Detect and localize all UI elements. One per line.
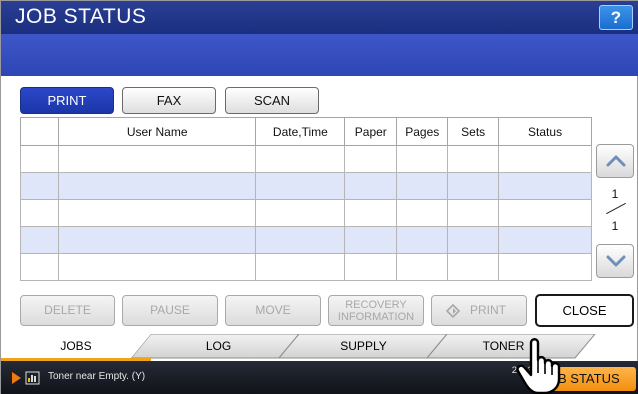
tab-scan[interactable]: SCAN bbox=[225, 87, 319, 114]
job-list-table: User Name Date,Time Paper Pages Sets Sta… bbox=[20, 117, 592, 281]
tab-log[interactable]: LOG bbox=[171, 334, 266, 358]
tab-fax[interactable]: FAX bbox=[122, 87, 216, 114]
table-row[interactable] bbox=[20, 199, 592, 227]
column-header-status: Status bbox=[498, 117, 592, 146]
recovery-information-button[interactable]: RECOVERY INFORMATION bbox=[328, 295, 424, 326]
status-message: Toner near Empty. (Y) bbox=[48, 371, 146, 382]
pointer-hand-icon bbox=[516, 338, 561, 394]
pause-button[interactable]: PAUSE bbox=[122, 295, 218, 326]
close-button[interactable]: CLOSE bbox=[535, 294, 634, 327]
tab-print[interactable]: PRINT bbox=[20, 87, 114, 114]
table-row[interactable] bbox=[20, 226, 592, 254]
page-total: 1 bbox=[611, 219, 619, 233]
message-strip bbox=[1, 34, 638, 76]
print-button[interactable]: PRINT bbox=[431, 295, 527, 326]
help-button[interactable]: ? bbox=[599, 5, 633, 30]
scroll-down-button[interactable] bbox=[596, 244, 634, 278]
page-title: JOB STATUS bbox=[15, 5, 147, 28]
column-header-paper: Paper bbox=[344, 117, 398, 146]
column-header-sets: Sets bbox=[447, 117, 500, 146]
tab-supply[interactable]: SUPPLY bbox=[316, 334, 411, 358]
job-status-screen: JOB STATUS ? PRINT FAX SCAN User Name Da… bbox=[0, 0, 638, 394]
table-header-row: User Name Date,Time Paper Pages Sets Sta… bbox=[20, 117, 592, 146]
table-row[interactable] bbox=[20, 172, 592, 200]
column-header-user-name: User Name bbox=[57, 117, 257, 146]
page-separator bbox=[606, 202, 626, 215]
page-current: 1 bbox=[611, 187, 619, 201]
print-button-label: PRINT bbox=[470, 303, 506, 317]
column-header-date-time: Date,Time bbox=[255, 117, 346, 146]
table-row[interactable] bbox=[20, 145, 592, 173]
recovery-label-line2: INFORMATION bbox=[337, 311, 415, 323]
column-header-pages: Pages bbox=[396, 117, 449, 146]
recovery-label-line1: RECOVERY bbox=[345, 299, 407, 311]
move-button[interactable]: MOVE bbox=[225, 295, 321, 326]
scroll-up-icon bbox=[606, 155, 626, 167]
delete-button[interactable]: DELETE bbox=[20, 295, 115, 326]
column-header-select bbox=[20, 117, 59, 146]
scroll-down-icon bbox=[606, 255, 626, 267]
title-bar: JOB STATUS ? bbox=[1, 1, 638, 34]
warning-arrow-icon bbox=[12, 372, 21, 384]
print-diamond-icon bbox=[446, 304, 460, 318]
tab-jobs[interactable]: JOBS bbox=[31, 334, 121, 358]
toner-icon bbox=[25, 371, 40, 385]
scroll-up-button[interactable] bbox=[596, 144, 634, 178]
table-row[interactable] bbox=[20, 253, 592, 281]
